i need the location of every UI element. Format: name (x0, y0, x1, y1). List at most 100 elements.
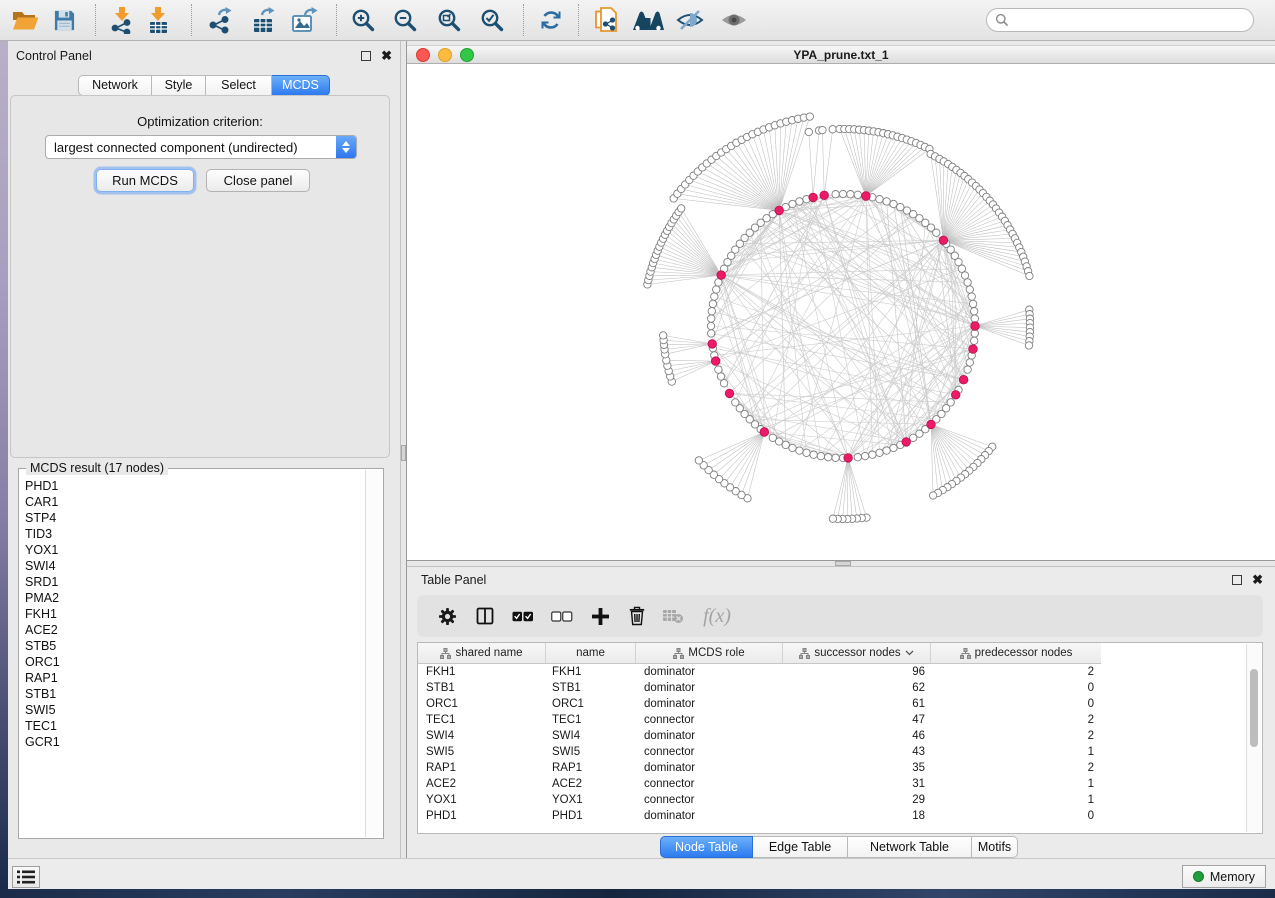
table-cell[interactable]: dominator (636, 810, 783, 822)
network-from-document-button[interactable] (586, 3, 626, 37)
table-cell[interactable]: 47 (783, 714, 931, 726)
table-cell[interactable]: ORC1 (418, 698, 546, 710)
mcds-result-item[interactable]: CAR1 (25, 494, 366, 510)
table-cell[interactable]: connector (636, 746, 783, 758)
mcds-result-item[interactable]: SWI5 (25, 702, 366, 718)
mcds-result-item[interactable]: STB5 (25, 638, 366, 654)
table-cell[interactable]: 2 (931, 730, 1101, 742)
network-window-titlebar[interactable]: YPA_prune.txt_1 (407, 45, 1275, 64)
network-canvas[interactable] (407, 64, 1275, 560)
table-row[interactable]: STB1STB1dominator620 (418, 680, 1246, 696)
mcds-result-item[interactable]: ORC1 (25, 654, 366, 670)
column-header-successor-nodes[interactable]: successor nodes (783, 643, 931, 663)
function-builder-button[interactable]: f(x) (695, 595, 739, 637)
table-cell[interactable]: 31 (783, 778, 931, 790)
float-panel-icon[interactable] (361, 51, 371, 61)
float-panel-icon[interactable] (1232, 575, 1242, 585)
column-header-name[interactable]: name (546, 643, 636, 663)
clear-table-button[interactable] (657, 595, 689, 637)
tab-network[interactable]: Network (78, 75, 152, 96)
table-row[interactable]: ORC1ORC1dominator610 (418, 696, 1246, 712)
column-header-shared-name[interactable]: shared name (418, 643, 546, 663)
save-session-button[interactable] (44, 3, 84, 37)
export-network-button[interactable] (200, 3, 240, 37)
import-table-button[interactable] (138, 3, 178, 37)
table-cell[interactable]: dominator (636, 666, 783, 678)
table-cell[interactable]: TEC1 (546, 714, 636, 726)
table-row[interactable]: TEC1TEC1connector472 (418, 712, 1246, 728)
mcds-result-item[interactable]: STP4 (25, 510, 366, 526)
table-cell[interactable]: TEC1 (418, 714, 546, 726)
table-cell[interactable]: 1 (931, 794, 1101, 806)
mcds-result-item[interactable]: TEC1 (25, 718, 366, 734)
table-cell[interactable]: SWI4 (418, 730, 546, 742)
table-cell[interactable]: 35 (783, 762, 931, 774)
table-cell[interactable]: 1 (931, 778, 1101, 790)
table-cell[interactable]: ACE2 (546, 778, 636, 790)
table-cell[interactable]: 2 (931, 714, 1101, 726)
table-cell[interactable]: FKH1 (418, 666, 546, 678)
mcds-result-item[interactable]: ACE2 (25, 622, 366, 638)
table-cell[interactable]: YOX1 (546, 794, 636, 806)
open-file-button[interactable] (5, 3, 45, 37)
mcds-result-item[interactable]: RAP1 (25, 670, 366, 686)
table-row[interactable]: SWI4SWI4dominator462 (418, 728, 1246, 744)
table-cell[interactable]: PHD1 (546, 810, 636, 822)
table-row[interactable]: YOX1YOX1connector291 (418, 792, 1246, 808)
table-cell[interactable]: connector (636, 794, 783, 806)
close-panel-icon[interactable]: ✖ (1252, 575, 1263, 585)
tab-style[interactable]: Style (152, 75, 206, 96)
add-column-button[interactable] (584, 595, 616, 637)
export-image-button[interactable] (285, 3, 325, 37)
delete-column-button[interactable] (621, 595, 653, 637)
splitter-handle[interactable] (835, 561, 851, 566)
memory-button[interactable]: Memory (1182, 865, 1266, 888)
tab-edge-table[interactable]: Edge Table (753, 836, 848, 858)
mcds-result-item[interactable]: YOX1 (25, 542, 366, 558)
table-cell[interactable]: dominator (636, 682, 783, 694)
horizontal-splitter[interactable] (407, 560, 1275, 567)
table-cell[interactable]: dominator (636, 762, 783, 774)
select-all-button[interactable] (507, 595, 539, 637)
column-header-predecessor-nodes[interactable]: predecessor nodes (931, 643, 1101, 663)
tab-node-table[interactable]: Node Table (660, 836, 753, 858)
mcds-result-item[interactable]: TID3 (25, 526, 366, 542)
table-cell[interactable]: STB1 (546, 682, 636, 694)
mcds-result-item[interactable]: SRD1 (25, 574, 366, 590)
table-cell[interactable]: RAP1 (418, 762, 546, 774)
run-mcds-button[interactable]: Run MCDS (96, 169, 194, 192)
optimization-criterion-select[interactable]: largest connected component (undirected) (45, 135, 357, 159)
table-cell[interactable]: 0 (931, 810, 1101, 822)
zoom-out-button[interactable] (385, 3, 425, 37)
table-cell[interactable]: 62 (783, 682, 931, 694)
tab-mcds[interactable]: MCDS (272, 75, 330, 96)
table-cell[interactable]: 43 (783, 746, 931, 758)
close-panel-icon[interactable]: ✖ (381, 51, 392, 61)
vertical-splitter[interactable] (400, 41, 407, 858)
task-history-button[interactable] (12, 866, 40, 888)
mcds-result-item[interactable]: PHD1 (25, 478, 366, 494)
zoom-in-button[interactable] (343, 3, 383, 37)
import-network-button[interactable] (102, 3, 142, 37)
mcds-list-scrollbar[interactable] (365, 470, 382, 837)
binoculars-button[interactable] (628, 3, 668, 37)
zoom-fit-button[interactable] (429, 3, 469, 37)
table-cell[interactable]: 96 (783, 666, 931, 678)
hide-selected-button[interactable] (670, 3, 710, 37)
mcds-result-item[interactable]: SWI4 (25, 558, 366, 574)
table-cell[interactable]: YOX1 (418, 794, 546, 806)
show-selected-button[interactable] (714, 3, 754, 37)
table-cell[interactable]: SWI4 (546, 730, 636, 742)
mcds-result-item[interactable]: PMA2 (25, 590, 366, 606)
table-cell[interactable]: PHD1 (418, 810, 546, 822)
table-cell[interactable]: 2 (931, 762, 1101, 774)
search-field[interactable] (986, 8, 1254, 32)
table-row[interactable]: SWI5SWI5connector431 (418, 744, 1246, 760)
mcds-result-item[interactable]: STB1 (25, 686, 366, 702)
table-cell[interactable]: connector (636, 778, 783, 790)
column-header-mcds-role[interactable]: MCDS role (636, 643, 783, 663)
tab-network-table[interactable]: Network Table (848, 836, 972, 858)
table-cell[interactable]: RAP1 (546, 762, 636, 774)
table-row[interactable]: ACE2ACE2connector311 (418, 776, 1246, 792)
table-cell[interactable]: 18 (783, 810, 931, 822)
